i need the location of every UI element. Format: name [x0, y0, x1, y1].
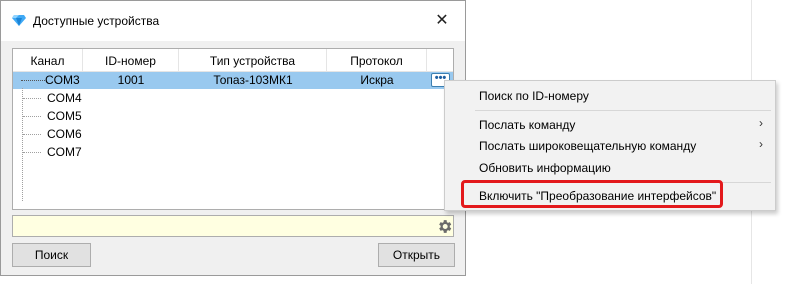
cell-device-type: Топаз-103МК1: [213, 73, 293, 87]
title-bar: Доступные устройства ✕: [1, 1, 465, 41]
tree-branch: [23, 134, 41, 135]
menu-separator: [475, 110, 771, 111]
open-button[interactable]: Открыть: [378, 243, 455, 267]
menu-item-search-by-id[interactable]: Поиск по ID-номеру: [479, 89, 589, 103]
column-header-protocol[interactable]: Протокол: [327, 49, 427, 71]
column-header-channel[interactable]: Канал: [13, 49, 83, 71]
column-header-id[interactable]: ID-номер: [83, 49, 179, 71]
search-button[interactable]: Поиск: [12, 243, 91, 267]
menu-item-send-broadcast[interactable]: Послать широковещательную команду: [479, 139, 696, 153]
tree-header: Канал ID-номер Тип устройства Протокол: [13, 49, 453, 72]
tree-item-com7[interactable]: COM7: [47, 144, 82, 161]
tree-branch: [23, 116, 41, 117]
cell-channel: COM3: [45, 73, 80, 87]
tree-branch: [23, 98, 41, 99]
tree-item-com4[interactable]: COM4: [47, 90, 82, 107]
menu-item-send-command[interactable]: Послать команду: [479, 118, 575, 132]
tree-guide-line: [22, 88, 23, 201]
cell-protocol: Искра: [360, 73, 394, 87]
column-header-device-type[interactable]: Тип устройства: [179, 49, 327, 71]
diamond-icon: [12, 15, 26, 26]
tree-connector: [21, 80, 45, 81]
tree-item-com5[interactable]: COM5: [47, 108, 82, 125]
submenu-arrow-icon: ›: [759, 137, 763, 151]
tree-item-com6[interactable]: COM6: [47, 126, 82, 143]
tree-branch: [23, 152, 41, 153]
gear-icon[interactable]: [436, 218, 453, 235]
window-title: Доступные устройства: [33, 14, 160, 28]
submenu-arrow-icon: ›: [759, 116, 763, 130]
cell-id: 1001: [117, 73, 145, 87]
annotation-highlight-box: [461, 180, 723, 208]
filter-input[interactable]: [12, 215, 454, 237]
close-button[interactable]: ✕: [419, 1, 465, 41]
device-tree[interactable]: Канал ID-номер Тип устройства Протокол C…: [12, 48, 454, 210]
menu-item-refresh-info[interactable]: Обновить информацию: [479, 161, 611, 175]
